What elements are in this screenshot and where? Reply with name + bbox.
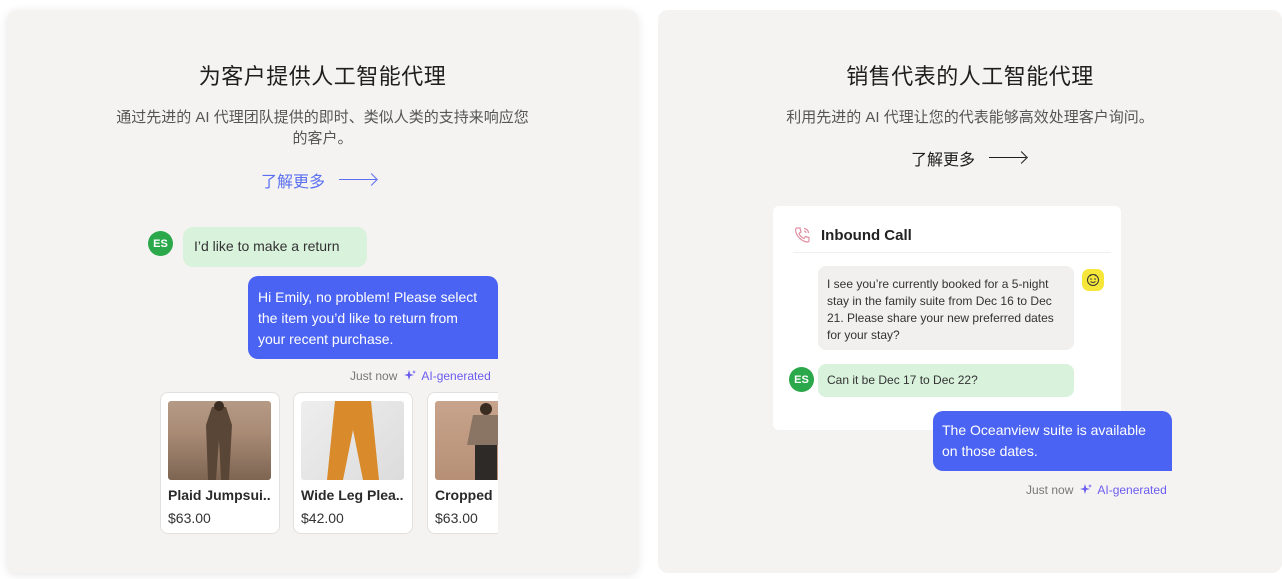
arrow-right-icon bbox=[339, 175, 377, 185]
product-price: $63.00 bbox=[435, 510, 478, 526]
reply-message-bubble: The Oceanview suite is available on thos… bbox=[933, 411, 1172, 471]
divider bbox=[793, 252, 1111, 253]
ai-generated-badge: AI-generated bbox=[1079, 483, 1167, 497]
timestamp: Just now bbox=[1026, 483, 1074, 497]
card-description: 利用先进的 AI 代理让您的代表能够高效处理客户询问。 bbox=[786, 109, 1154, 126]
sales-agent-card: 销售代表的人工智能代理 利用先进的 AI 代理让您的代表能够高效处理客户询问。 … bbox=[658, 10, 1282, 573]
learn-more-label: 了解更多 bbox=[911, 152, 976, 169]
card-description: 通过先进的 AI 代理团队提供的即时、类似人类的支持来响应您的客户。 bbox=[116, 109, 529, 147]
learn-more-link[interactable]: 了解更多 bbox=[911, 146, 1027, 170]
ai-generated-label: AI-generated bbox=[1097, 483, 1167, 497]
avatar: ES bbox=[789, 367, 814, 392]
learn-more-link[interactable]: 了解更多 bbox=[261, 168, 377, 192]
phone-icon bbox=[794, 227, 810, 243]
product-price: $63.00 bbox=[168, 510, 211, 526]
product-price: $42.00 bbox=[301, 510, 344, 526]
agent-message-bubble: I see you’re currently booked for a 5-ni… bbox=[818, 266, 1074, 350]
product-card[interactable]: Cropped $63.00 bbox=[427, 392, 498, 534]
product-image bbox=[301, 401, 404, 480]
product-name: Wide Leg Plea.. bbox=[301, 487, 404, 503]
customer-agent-card: 为客户提供人工智能代理 通过先进的 AI 代理团队提供的即时、类似人类的支持来响… bbox=[7, 10, 638, 573]
product-card[interactable]: Plaid Jumpsui.. $63.00 bbox=[160, 392, 280, 534]
avatar: ES bbox=[148, 231, 173, 256]
sparkle-icon bbox=[404, 370, 417, 380]
trousers-figure bbox=[327, 401, 379, 480]
product-image bbox=[168, 401, 271, 480]
user-message-bubble: Can it be Dec 17 to Dec 22? bbox=[818, 364, 1074, 397]
product-carousel: Plaid Jumpsui.. $63.00 Wide Leg Plea.. $… bbox=[159, 392, 498, 534]
user-message-bubble: I’d like to make a return bbox=[183, 227, 367, 267]
bot-face-glyph bbox=[1087, 274, 1099, 286]
message-meta: Just now AI-generated bbox=[1026, 483, 1167, 497]
call-header: Inbound Call bbox=[793, 226, 912, 244]
product-image bbox=[435, 401, 498, 480]
timestamp: Just now bbox=[350, 369, 398, 383]
product-card[interactable]: Wide Leg Plea.. $42.00 bbox=[293, 392, 413, 534]
card-title: 销售代表的人工智能代理 bbox=[846, 64, 1094, 89]
agent-message-bubble: Hi Emily, no problem! Please select the … bbox=[248, 276, 498, 359]
product-name: Cropped bbox=[435, 487, 493, 503]
jacket-figure bbox=[467, 403, 498, 480]
learn-more-label: 了解更多 bbox=[261, 174, 326, 191]
call-title: Inbound Call bbox=[821, 226, 912, 244]
sparkle-icon bbox=[1080, 484, 1093, 494]
message-meta: Just now AI-generated bbox=[350, 369, 491, 383]
ai-generated-badge: AI-generated bbox=[403, 369, 491, 383]
product-name: Plaid Jumpsui.. bbox=[168, 487, 271, 503]
card-title: 为客户提供人工智能代理 bbox=[198, 64, 447, 89]
ai-generated-label: AI-generated bbox=[421, 369, 491, 383]
arrow-right-icon bbox=[989, 153, 1027, 163]
bot-face-icon bbox=[1082, 269, 1104, 291]
jumpsuit-figure bbox=[206, 401, 232, 480]
